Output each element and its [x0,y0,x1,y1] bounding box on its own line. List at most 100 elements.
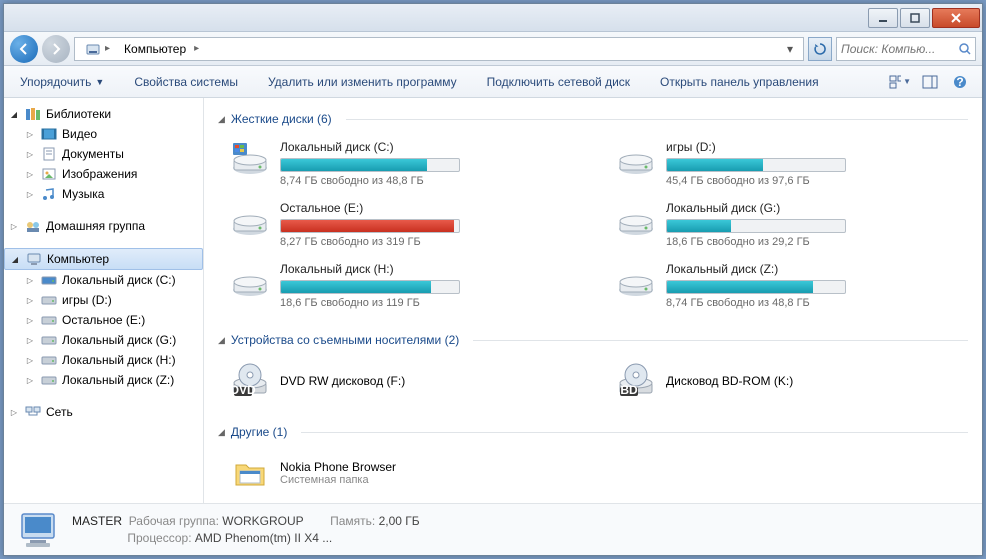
preview-pane-button[interactable] [918,71,942,93]
expand-icon[interactable]: ▷ [24,150,36,159]
breadcrumb-dropdown[interactable]: ▾ [781,42,799,56]
removable-group-header[interactable]: ◢ Устройства со съемными носителями (2) [218,327,968,357]
libraries-label: Библиотеки [46,107,111,121]
computer-node[interactable]: ◢ Компьютер [4,248,203,270]
search-box[interactable] [836,37,976,61]
optical-drive-item[interactable]: BDДисковод BD-ROM (K:) [612,357,968,405]
pictures-icon [40,166,58,182]
capacity-bar [280,158,460,172]
optical-drive-icon: BD [616,361,656,401]
expand-icon[interactable]: ▷ [24,276,36,285]
expand-icon[interactable]: ▷ [24,296,36,305]
breadcrumb-root-icon[interactable]: ▸ [79,39,116,59]
collapse-icon[interactable]: ◢ [9,255,21,264]
drive-item[interactable]: Локальный диск (Z:) 8,74 ГБ свободно из 4… [612,258,968,313]
hdd-icon [230,201,270,241]
drive-label: Локальный диск (H:) [62,353,176,367]
drive-item[interactable]: Остальное (E:)8,27 ГБ свободно из 319 ГБ [226,197,582,252]
organize-button[interactable]: Упорядочить ▼ [14,71,110,93]
hdd-group-header[interactable]: ◢ Жесткие диски (6) [218,106,968,136]
expand-icon[interactable]: ▷ [24,356,36,365]
forward-button[interactable] [42,35,70,63]
help-button[interactable]: ? [948,71,972,93]
sidebar-drive-node[interactable]: ▷ Локальный диск (Z:) [4,370,203,390]
details-pane: MASTER Рабочая группа: WORKGROUP Память:… [4,503,982,555]
libraries-icon [24,106,42,122]
documents-node[interactable]: ▷ Документы [4,144,203,164]
expand-icon[interactable]: ▷ [24,170,36,179]
search-input[interactable] [841,42,958,56]
drive-item[interactable]: игры (D:)45,4 ГБ свободно из 97,6 ГБ [612,136,968,191]
drive-label: Локальный диск (Z:) [62,373,174,387]
command-bar: Упорядочить ▼ Свойства системы Удалить и… [4,66,982,98]
back-button[interactable] [10,35,38,63]
other-group-header[interactable]: ◢ Другие (1) [218,419,968,449]
collapse-icon[interactable]: ◢ [8,110,20,119]
expand-icon[interactable]: ▷ [8,222,20,231]
minimize-button[interactable] [868,8,898,28]
breadcrumb[interactable]: ▸ Компьютер ▸ ▾ [74,37,804,61]
capacity-bar [666,158,846,172]
map-drive-button[interactable]: Подключить сетевой диск [481,71,636,93]
drive-free-space: 8,74 ГБ свободно из 48,8 ГБ [666,297,964,309]
sidebar-drive-node[interactable]: ▷Остальное (E:) [4,310,203,330]
uninstall-button[interactable]: Удалить или изменить программу [262,71,463,93]
pictures-node[interactable]: ▷ Изображения [4,164,203,184]
collapse-icon[interactable]: ◢ [218,427,225,438]
expand-icon[interactable]: ▷ [8,408,20,417]
other-device-item[interactable]: Nokia Phone BrowserСистемная папка [226,449,968,497]
drive-name: DVD RW дисковод (F:) [280,374,405,388]
pictures-label: Изображения [62,167,137,181]
hdd-icon [230,262,270,302]
drive-item[interactable]: Локальный диск (G:)18,6 ГБ свободно из 2… [612,197,968,252]
drive-free-space: 18,6 ГБ свободно из 29,2 ГБ [666,236,964,248]
collapse-icon[interactable]: ◢ [218,114,225,125]
documents-label: Документы [62,147,124,161]
expand-icon[interactable]: ▷ [24,190,36,199]
search-icon [958,42,971,56]
libraries-node[interactable]: ◢ Библиотеки [4,104,203,124]
drive-name: Локальный диск (Z:) [666,262,964,276]
svg-text:BD: BD [620,383,638,397]
music-icon [40,186,58,202]
sidebar-drive-node[interactable]: ▷ игры (D:) [4,290,203,310]
drive-item[interactable]: Локальный диск (C:)8,74 ГБ свободно из 4… [226,136,582,191]
removable-group-label: Устройства со съемными носителями (2) [231,333,459,347]
drive-small-icon [40,352,58,368]
details-text: MASTER Рабочая группа: WORKGROUP Память:… [72,514,420,545]
maximize-button[interactable] [900,8,930,28]
network-label: Сеть [46,405,73,419]
homegroup-node[interactable]: ▷ Домашняя группа [4,216,203,236]
drive-free-space: 18,6 ГБ свободно из 119 ГБ [280,297,578,309]
refresh-button[interactable] [808,37,832,61]
view-options-button[interactable]: ▼ [888,71,912,93]
network-icon [24,404,42,420]
network-node[interactable]: ▷ Сеть [4,402,203,422]
music-node[interactable]: ▷ Музыка [4,184,203,204]
item-subtitle: Системная папка [280,474,396,486]
optical-drive-icon: DVD [230,361,270,401]
sidebar-drive-node[interactable]: ▷ Локальный диск (H:) [4,350,203,370]
expand-icon[interactable]: ▷ [24,316,36,325]
breadcrumb-computer[interactable]: Компьютер [118,40,192,58]
drive-item[interactable]: Локальный диск (H:)18,6 ГБ свободно из 1… [226,258,582,313]
other-group-label: Другие (1) [231,425,287,439]
optical-drive-item[interactable]: DVD DVD RW дисковод (F:) [226,357,582,405]
chevron-right-icon: ▸ [105,43,110,54]
capacity-bar [666,280,846,294]
expand-icon[interactable]: ▷ [24,336,36,345]
sidebar-drive-node[interactable]: ▷Локальный диск (C:) [4,270,203,290]
close-button[interactable] [932,8,980,28]
collapse-icon[interactable]: ◢ [218,335,225,346]
videos-node[interactable]: ▷ Видео [4,124,203,144]
hdd-icon [616,140,656,180]
nav-bar: ▸ Компьютер ▸ ▾ [4,32,982,66]
sidebar-drive-node[interactable]: ▷Локальный диск (G:) [4,330,203,350]
capacity-bar [280,280,460,294]
system-properties-button[interactable]: Свойства системы [128,71,244,93]
drive-label: игры (D:) [62,293,112,307]
expand-icon[interactable]: ▷ [24,130,36,139]
drive-small-icon [40,272,58,288]
control-panel-button[interactable]: Открыть панель управления [654,71,825,93]
expand-icon[interactable]: ▷ [24,376,36,385]
